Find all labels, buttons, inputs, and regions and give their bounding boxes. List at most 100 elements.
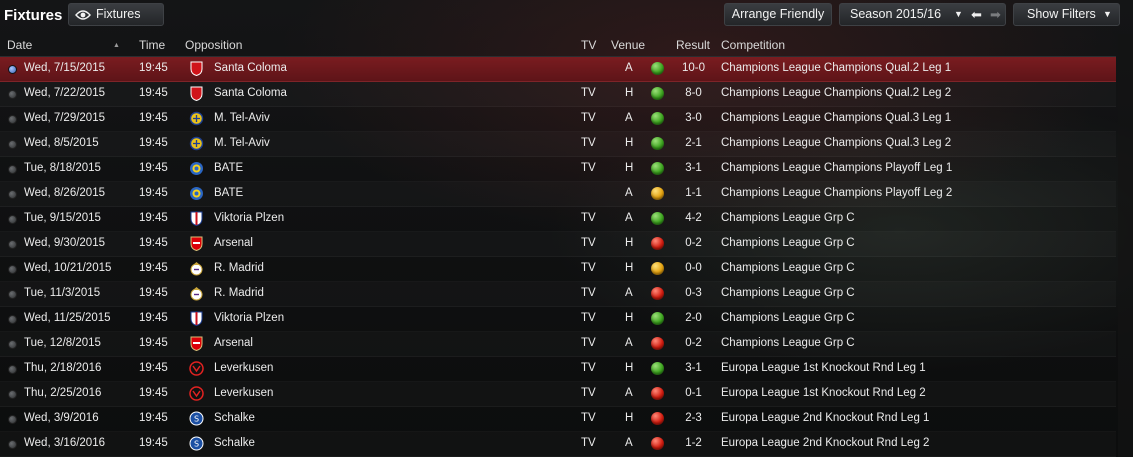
table-row[interactable]: Wed, 7/29/2015 19:45 M. Tel-Aviv TV A 3-0 Cham… — [0, 107, 1116, 132]
row-select-radio[interactable] — [8, 390, 17, 399]
previous-season-arrow-icon[interactable]: ⬅ — [971, 4, 982, 25]
column-header-tv[interactable]: TV — [581, 38, 596, 52]
row-select-radio[interactable] — [8, 265, 17, 274]
scrollbar[interactable] — [1118, 34, 1133, 457]
fixture-competition[interactable]: Europa League 1st Knockout Rnd Leg 2 — [721, 387, 926, 399]
fixture-result: 2-3 — [685, 412, 702, 424]
table-row[interactable]: Tue, 8/18/2015 19:45 BATE TV H 3-1 Champions L… — [0, 157, 1116, 182]
fixture-competition[interactable]: Champions League Champions Qual.3 Leg 1 — [721, 112, 951, 124]
fixture-opponent[interactable]: Arsenal — [214, 237, 253, 249]
fixture-tv: TV — [581, 337, 596, 349]
row-select-radio[interactable] — [8, 165, 17, 174]
fixture-competition[interactable]: Europa League 2nd Knockout Rnd Leg 2 — [721, 437, 929, 449]
fixture-tv: TV — [581, 437, 596, 449]
row-select-radio[interactable] — [8, 190, 17, 199]
real-madrid-crest-icon — [190, 262, 203, 276]
fixture-competition[interactable]: Champions League Grp C — [721, 237, 855, 249]
show-filters-button[interactable]: Show Filters ▼ — [1013, 3, 1120, 26]
column-header-result[interactable]: Result — [676, 38, 710, 52]
fixture-time: 19:45 — [139, 412, 168, 424]
fixture-competition[interactable]: Champions League Champions Playoff Leg 2 — [721, 187, 952, 199]
row-select-radio[interactable] — [8, 340, 17, 349]
fixture-competition[interactable]: Europa League 1st Knockout Rnd Leg 1 — [721, 362, 926, 374]
fixture-opponent[interactable]: BATE — [214, 162, 243, 174]
fixture-tv: TV — [581, 137, 596, 149]
fixture-competition[interactable]: Champions League Grp C — [721, 212, 855, 224]
row-select-radio[interactable] — [8, 115, 17, 124]
arrange-friendly-label: Arrange Friendly — [731, 7, 825, 21]
table-row[interactable]: Tue, 12/8/2015 19:45 Arsenal TV A 0-2 Champion… — [0, 332, 1116, 357]
fixture-competition[interactable]: Champions League Grp C — [721, 262, 855, 274]
row-select-radio[interactable] — [8, 65, 17, 74]
fixture-competition[interactable]: Champions League Champions Qual.3 Leg 2 — [721, 137, 951, 149]
fixture-competition[interactable]: Champions League Champions Qual.2 Leg 1 — [721, 62, 951, 74]
fixture-opponent[interactable]: Leverkusen — [214, 362, 273, 374]
table-row[interactable]: Wed, 7/15/2015 19:45 Santa Coloma A 10-0 Cham… — [0, 57, 1116, 82]
table-row[interactable]: Wed, 9/30/2015 19:45 Arsenal TV H 0-2 Champion… — [0, 232, 1116, 257]
row-select-radio[interactable] — [8, 90, 17, 99]
fixture-time: 19:45 — [139, 212, 168, 224]
row-select-radio[interactable] — [8, 365, 17, 374]
schalke-crest-icon: S — [189, 436, 204, 451]
table-row[interactable]: Wed, 8/26/2015 19:45 BATE A 1-1 Champions Lea… — [0, 182, 1116, 207]
loss-indicator-icon — [651, 287, 664, 300]
fixture-competition[interactable]: Champions League Grp C — [721, 312, 855, 324]
fixture-opponent[interactable]: Arsenal — [214, 337, 253, 349]
row-select-radio[interactable] — [8, 415, 17, 424]
table-row[interactable]: Wed, 10/21/2015 19:45 R. Madrid TV H 0-0 Champ… — [0, 257, 1116, 282]
row-select-radio[interactable] — [8, 315, 17, 324]
win-indicator-icon — [651, 162, 664, 175]
fixture-competition[interactable]: Champions League Champions Playoff Leg 1 — [721, 162, 952, 174]
table-row[interactable]: Wed, 7/22/2015 19:45 Santa Coloma TV H 8-0 Cha… — [0, 82, 1116, 107]
next-season-arrow-icon[interactable]: ➡ — [990, 4, 1001, 25]
fixture-date: Tue, 9/15/2015 — [24, 212, 101, 224]
fixture-date: Wed, 8/26/2015 — [24, 187, 105, 199]
table-row[interactable]: Thu, 2/18/2016 19:45 Leverkusen TV H 3-1 Europ… — [0, 357, 1116, 382]
fixture-date: Wed, 3/16/2016 — [24, 437, 105, 449]
fixture-opponent[interactable]: BATE — [214, 187, 243, 199]
column-header-venue[interactable]: Venue — [611, 38, 645, 52]
fixture-competition[interactable]: Europa League 2nd Knockout Rnd Leg 1 — [721, 412, 929, 424]
fixtures-view-button[interactable]: Fixtures — [68, 3, 164, 26]
fixture-opponent[interactable]: M. Tel-Aviv — [214, 137, 270, 149]
table-row[interactable]: Wed, 3/9/2016 19:45 S Schalke TV H 2-3 Europa L… — [0, 407, 1116, 432]
fixture-competition[interactable]: Champions League Grp C — [721, 287, 855, 299]
row-select-radio[interactable] — [8, 440, 17, 449]
table-row[interactable]: Wed, 11/25/2015 19:45 Viktoria Plzen TV H 2-0… — [0, 307, 1116, 332]
row-select-radio[interactable] — [8, 215, 17, 224]
fixture-date: Wed, 7/15/2015 — [24, 62, 105, 74]
fixture-date: Wed, 11/25/2015 — [24, 312, 111, 324]
fixture-competition[interactable]: Champions League Grp C — [721, 337, 855, 349]
fixture-time: 19:45 — [139, 387, 168, 399]
fixture-opponent[interactable]: Leverkusen — [214, 387, 273, 399]
column-header-time[interactable]: Time — [139, 38, 165, 52]
fixture-opponent[interactable]: M. Tel-Aviv — [214, 112, 270, 124]
fixture-competition[interactable]: Champions League Champions Qual.2 Leg 2 — [721, 87, 951, 99]
table-row[interactable]: Tue, 11/3/2015 19:45 R. Madrid TV A 0-3 Champi… — [0, 282, 1116, 307]
table-row[interactable]: Thu, 2/25/2016 19:45 Leverkusen TV A 0-1 Europ… — [0, 382, 1116, 407]
fixture-opponent[interactable]: Schalke — [214, 437, 255, 449]
fixture-opponent[interactable]: Santa Coloma — [214, 62, 287, 74]
fixture-time: 19:45 — [139, 87, 168, 99]
table-row[interactable]: Tue, 9/15/2015 19:45 Viktoria Plzen TV A 4-2 C… — [0, 207, 1116, 232]
fixture-opponent[interactable]: Santa Coloma — [214, 87, 287, 99]
fixture-opponent[interactable]: Viktoria Plzen — [214, 312, 284, 324]
fixture-opponent[interactable]: Viktoria Plzen — [214, 212, 284, 224]
column-header-date[interactable]: Date — [7, 38, 32, 52]
fixture-opponent[interactable]: R. Madrid — [214, 262, 264, 274]
season-select[interactable]: Season 2015/16 ▼ ⬅ ➡ — [839, 3, 1006, 26]
column-header-competition[interactable]: Competition — [721, 38, 785, 52]
table-row[interactable]: Wed, 8/5/2015 19:45 M. Tel-Aviv TV H 2-1 Champ… — [0, 132, 1116, 157]
column-header-opposition[interactable]: Opposition — [185, 38, 242, 52]
plzen-crest-icon — [190, 211, 203, 226]
fixture-date: Thu, 2/25/2016 — [24, 387, 102, 399]
fixture-opponent[interactable]: R. Madrid — [214, 287, 264, 299]
arrange-friendly-button[interactable]: Arrange Friendly — [724, 3, 832, 26]
row-select-radio[interactable] — [8, 290, 17, 299]
fixture-date: Tue, 11/3/2015 — [24, 287, 101, 299]
row-select-radio[interactable] — [8, 240, 17, 249]
win-indicator-icon — [651, 112, 664, 125]
row-select-radio[interactable] — [8, 140, 17, 149]
fixture-opponent[interactable]: Schalke — [214, 412, 255, 424]
table-row[interactable]: Wed, 3/16/2016 19:45 S Schalke TV A 1-2 Europa … — [0, 432, 1116, 457]
